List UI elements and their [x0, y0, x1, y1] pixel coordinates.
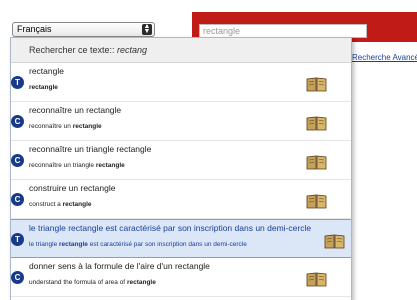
subtitle-suffix: est caractérisé par son inscription dans… [87, 241, 247, 248]
suggestion-item[interactable]: Tle triangle rectangle est caractérisé p… [11, 219, 351, 258]
suggestion-item[interactable]: Trectangle rectangle [11, 63, 351, 102]
suggestion-subtitle: le triangle rectangle est caractérisé pa… [29, 241, 247, 248]
suggestion-subtitle: reconnaître un rectangle [29, 123, 102, 130]
suggestion-subtitle: rectangle [29, 84, 58, 91]
type-badge-icon: C [11, 271, 24, 284]
suggestion-title: reconnaître un rectangle [29, 105, 122, 115]
book-icon[interactable] [306, 194, 327, 209]
subtitle-match: rectangle [95, 162, 125, 169]
suggestion-item[interactable]: Creconnaître un rectangle reconnaître un … [11, 102, 351, 141]
book-icon[interactable] [324, 234, 345, 249]
suggestion-list: Trectangle rectangle Creconnaître un recta… [11, 63, 351, 297]
book-icon[interactable] [306, 155, 327, 170]
type-badge-icon: C [11, 193, 24, 206]
advanced-search-link[interactable]: Recherche Avancé [352, 53, 417, 62]
type-badge-icon: C [11, 154, 24, 167]
suggestion-title: rectangle [29, 66, 64, 76]
updown-arrows-icon: ▲ ▼ [142, 23, 152, 35]
suggestion-title: construire un rectangle [29, 183, 116, 193]
subtitle-prefix: construct a [29, 201, 63, 208]
subtitle-prefix: reconnaître un [29, 123, 73, 130]
subtitle-match: rectangle [59, 241, 88, 248]
suggestion-item[interactable]: Cconstruire un rectangle construct a rect… [11, 180, 351, 219]
suggestion-title: donner sens à la formule de l'aire d'un … [29, 261, 210, 271]
search-text-label: Rechercher ce texte:: [29, 45, 118, 55]
book-icon[interactable] [306, 272, 327, 287]
suggestion-subtitle: understand the formula of area of rectan… [29, 279, 156, 286]
subtitle-prefix: understand the formula of area of [29, 279, 127, 286]
page: rectangle Recherche Avancé Français ▲ ▼ R… [0, 0, 417, 300]
suggestion-title: le triangle rectangle est caractérisé pa… [29, 223, 312, 233]
suggestion-item[interactable]: Creconnaître un triangle rectangle reconn… [11, 141, 351, 180]
suggestion-item[interactable]: Cdonner sens à la formule de l'aire d'un… [11, 258, 351, 297]
search-text-option[interactable]: Rechercher ce texte:: rectang [11, 38, 351, 63]
type-badge-icon: T [11, 233, 24, 246]
subtitle-match: rectangle [72, 123, 102, 130]
suggestion-title: reconnaître un triangle rectangle [29, 144, 152, 154]
subtitle-match: rectangle [29, 84, 58, 91]
book-icon[interactable] [306, 116, 327, 131]
suggestion-subtitle: reconnaître un triangle rectangle [29, 162, 125, 169]
search-input[interactable]: rectangle [199, 24, 367, 38]
type-badge-icon: T [11, 76, 24, 89]
type-badge-icon: C [11, 115, 24, 128]
language-select-value: Français [17, 24, 52, 34]
subtitle-match: rectangle [62, 201, 92, 208]
subtitle-prefix: le triangle [29, 241, 59, 248]
language-select[interactable]: Français ▲ ▼ [12, 22, 155, 37]
book-icon[interactable] [306, 77, 327, 92]
suggestion-subtitle: construct a rectangle [29, 201, 92, 208]
search-text-query: rectang [117, 45, 148, 55]
subtitle-prefix: reconnaître un triangle [29, 162, 96, 169]
subtitle-match: rectangle [126, 279, 156, 286]
suggestion-dropdown: Rechercher ce texte:: rectang Trectangle… [10, 37, 352, 300]
